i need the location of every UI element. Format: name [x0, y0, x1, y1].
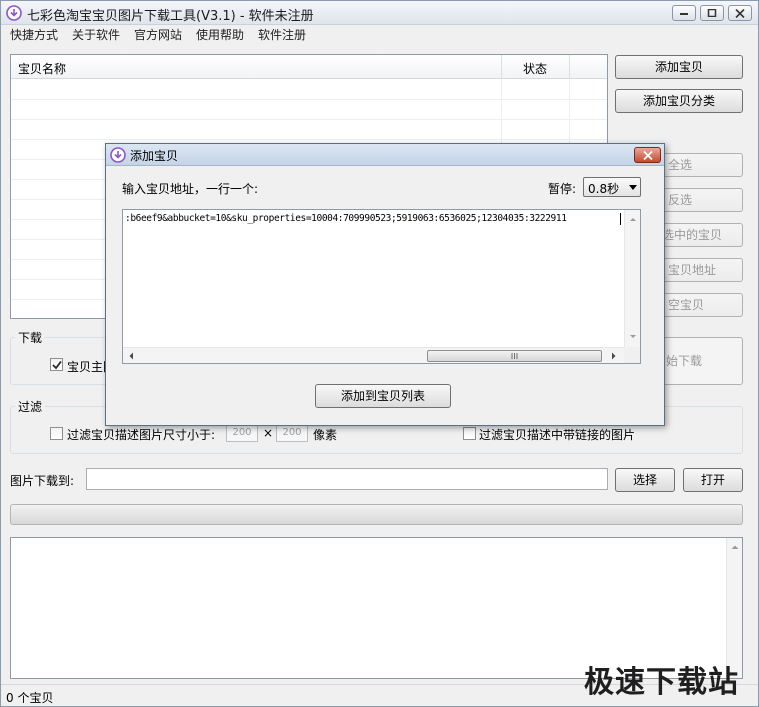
text-caret	[620, 213, 621, 225]
checkmark-icon	[52, 360, 62, 370]
column-divider	[501, 55, 502, 79]
close-icon	[735, 9, 745, 18]
menu-website[interactable]: 官方网站	[134, 26, 182, 43]
pause-select[interactable]: 0.8秒	[583, 177, 641, 197]
filter-group-label: 过滤	[15, 398, 46, 415]
times-sign: ×	[263, 426, 274, 440]
window-title: 七彩色淘宝宝贝图片下载工具(V3.1) - 软件未注册	[27, 9, 314, 24]
scrollbar-corner	[624, 347, 640, 363]
choose-folder-button[interactable]: 选择	[615, 468, 675, 492]
main-image-checkbox[interactable]	[50, 358, 63, 371]
menu-register[interactable]: 软件注册	[258, 26, 306, 43]
url-textarea[interactable]: :b6eef9&abbucket=10&sku_properties=10004…	[122, 209, 641, 364]
size-filter-label: 过滤宝贝描述图片尺寸小于:	[67, 428, 216, 442]
row-gridline	[11, 139, 607, 140]
item-count: 0 个宝贝	[6, 691, 54, 705]
scroll-up-arrow-icon[interactable]	[625, 214, 641, 224]
dialog-title: 添加宝贝	[130, 149, 179, 163]
chevron-down-icon	[629, 185, 637, 190]
open-folder-button[interactable]: 打开	[683, 468, 743, 492]
size-filter-checkbox[interactable]	[50, 427, 63, 440]
menu-about[interactable]: 关于软件	[72, 26, 120, 43]
menu-help[interactable]: 使用帮助	[196, 26, 244, 43]
dialog-close-button[interactable]	[634, 147, 661, 163]
close-button[interactable]	[728, 5, 752, 21]
add-to-list-button[interactable]: 添加到宝贝列表	[315, 384, 451, 408]
column-divider	[569, 55, 570, 79]
save-path-label: 图片下载到:	[10, 474, 75, 488]
scroll-right-arrow-icon[interactable]	[609, 348, 619, 364]
download-group-label: 下载	[15, 329, 46, 346]
minimize-button[interactable]	[672, 5, 696, 21]
pixel-unit-label: 像素	[313, 428, 338, 442]
scroll-up-arrow-icon[interactable]	[727, 541, 743, 553]
url-text: :b6eef9&abbucket=10&sku_properties=10004…	[125, 213, 567, 224]
add-item-dialog: 添加宝贝 输入宝贝地址，一行一个: 暂停: 0.8秒 :b6eef9&abbuc…	[105, 143, 665, 426]
add-category-button[interactable]: 添加宝贝分类	[615, 89, 743, 113]
add-item-button[interactable]: 添加宝贝	[615, 55, 743, 79]
pause-value: 0.8秒	[588, 182, 620, 196]
row-gridline	[11, 119, 607, 120]
textarea-horizontal-scrollbar[interactable]	[123, 347, 624, 363]
minimize-icon	[680, 13, 688, 15]
textarea-vertical-scrollbar[interactable]	[624, 210, 640, 347]
link-filter-label: 过滤宝贝描述中带链接的图片	[479, 428, 636, 442]
maximize-button[interactable]	[700, 5, 724, 21]
dialog-title-bar: 添加宝贝	[106, 144, 664, 166]
download-arrow-icon	[110, 147, 126, 163]
list-header: 宝贝名称 状态	[11, 55, 607, 79]
site-watermark: 极速下载站	[584, 665, 739, 700]
title-bar: 七彩色淘宝宝贝图片下载工具(V3.1) - 软件未注册	[1, 1, 758, 25]
maximize-icon	[707, 9, 717, 17]
download-arrow-icon	[6, 5, 22, 21]
close-icon	[643, 151, 653, 160]
column-status[interactable]: 状态	[523, 60, 547, 77]
horizontal-scroll-thumb[interactable]	[427, 350, 602, 362]
grip-icon	[511, 353, 518, 359]
menu-shortcuts[interactable]: 快捷方式	[10, 26, 58, 43]
url-prompt-label: 输入宝贝地址，一行一个:	[122, 182, 259, 196]
row-gridline	[11, 99, 607, 100]
scroll-down-arrow-icon[interactable]	[625, 332, 641, 342]
min-height-input[interactable]: 200	[276, 424, 308, 442]
download-progress-bar	[10, 504, 743, 525]
save-path-input[interactable]	[86, 468, 608, 490]
pause-label: 暂停:	[548, 182, 577, 196]
menu-bar: 快捷方式 关于软件 官方网站 使用帮助 软件注册	[1, 25, 758, 43]
min-width-input[interactable]: 200	[226, 424, 258, 442]
column-name[interactable]: 宝贝名称	[18, 60, 66, 77]
scroll-left-arrow-icon[interactable]	[126, 348, 136, 364]
link-filter-checkbox[interactable]	[463, 427, 476, 440]
